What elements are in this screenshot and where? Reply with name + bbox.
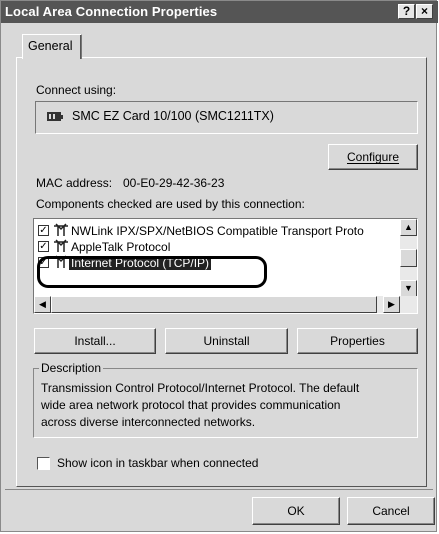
- network-card-icon: [47, 112, 63, 121]
- cancel-button-label: Cancel: [372, 504, 410, 518]
- scroll-right-button[interactable]: ▶: [383, 296, 400, 313]
- uninstall-button[interactable]: Uninstall: [165, 328, 288, 354]
- components-label: Components checked are used by this conn…: [36, 197, 305, 211]
- cancel-button[interactable]: Cancel: [347, 497, 435, 525]
- bottom-separator: [5, 489, 433, 490]
- scroll-left-button[interactable]: ◀: [34, 296, 51, 313]
- horizontal-scrollbar[interactable]: ◀ ▶: [34, 296, 417, 313]
- configure-button[interactable]: Configure: [328, 144, 418, 170]
- install-button[interactable]: Install...: [34, 328, 156, 354]
- component-label: AppleTalk Protocol: [71, 240, 171, 254]
- properties-button[interactable]: Properties: [297, 328, 418, 354]
- description-title: Description: [39, 361, 104, 375]
- component-checkbox[interactable]: ✓: [38, 241, 49, 252]
- uninstall-button-label: Uninstall: [203, 334, 250, 348]
- tab-general[interactable]: General: [22, 34, 82, 59]
- show-icon-label: Show icon in taskbar when connected: [57, 456, 259, 470]
- vertical-scrollbar[interactable]: ▲ ▼: [400, 219, 417, 297]
- adapter-field: SMC EZ Card 10/100 (SMC1211TX): [35, 101, 418, 134]
- install-button-label: Install...: [74, 334, 116, 348]
- scroll-down-button[interactable]: ▼: [400, 280, 417, 297]
- scroll-thumb[interactable]: [400, 249, 417, 267]
- title-bar[interactable]: Local Area Connection Properties ? ×: [1, 1, 438, 23]
- description-line: Transmission Control Protocol/Internet P…: [41, 381, 360, 395]
- adapter-name: SMC EZ Card 10/100 (SMC1211TX): [72, 109, 274, 123]
- tcpip-highlight-ring: [37, 256, 267, 288]
- mac-address-label: MAC address:: [36, 176, 113, 190]
- network-protocol-icon: [54, 223, 68, 236]
- horizontal-scroll-thumb[interactable]: [51, 296, 377, 313]
- window-title: Local Area Connection Properties: [5, 4, 218, 19]
- help-button[interactable]: ?: [398, 4, 415, 19]
- ok-button-label: OK: [287, 504, 305, 518]
- ok-button[interactable]: OK: [252, 497, 340, 525]
- component-checkbox[interactable]: ✓: [38, 225, 49, 236]
- description-line: across diverse interconnected networks.: [41, 415, 256, 429]
- tab-general-label: General: [28, 39, 73, 53]
- description-line: wide area network protocol that provides…: [41, 398, 341, 412]
- close-button[interactable]: ×: [416, 4, 433, 19]
- mac-address-value: 00-E0-29-42-36-23: [123, 176, 225, 190]
- scroll-up-button[interactable]: ▲: [400, 219, 417, 236]
- properties-dialog: Local Area Connection Properties ? × Gen…: [0, 0, 438, 532]
- show-icon-checkbox[interactable]: [37, 457, 50, 470]
- configure-button-label: Configure: [346, 150, 400, 164]
- properties-button-label: Properties: [330, 334, 385, 348]
- component-label: NWLink IPX/SPX/NetBIOS Compatible Transp…: [71, 224, 364, 238]
- network-protocol-icon: [54, 239, 68, 252]
- connect-using-label: Connect using:: [36, 83, 117, 97]
